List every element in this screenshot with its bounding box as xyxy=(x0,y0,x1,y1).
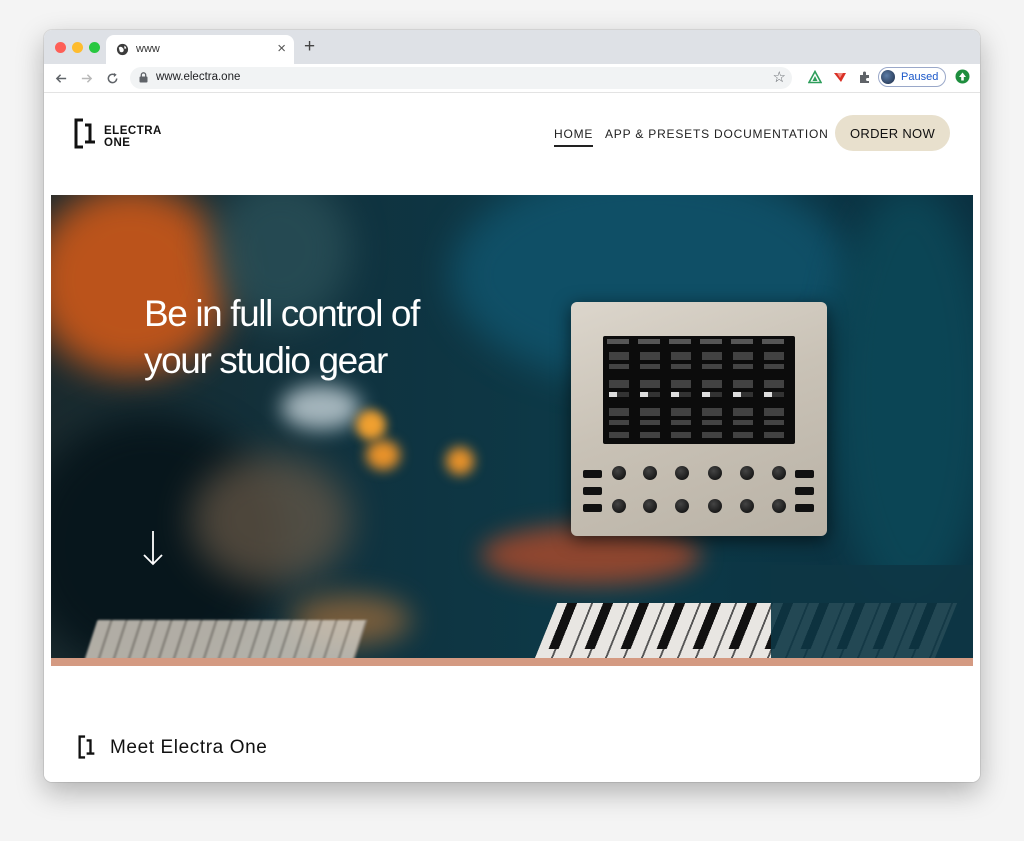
bokeh-light xyxy=(366,440,400,470)
screen-tabs xyxy=(607,339,791,344)
puzzle-icon[interactable] xyxy=(858,70,872,84)
hero-banner: Be in full control of your studio gear xyxy=(51,195,973,658)
device-knob xyxy=(740,499,754,513)
device-knob xyxy=(643,466,657,480)
arrow-left-icon xyxy=(55,73,66,83)
tab-close-icon[interactable]: × xyxy=(277,40,286,57)
device-knob xyxy=(708,499,722,513)
logo-line-1: ELECTRA xyxy=(104,125,162,137)
profile-status: Paused xyxy=(901,71,939,83)
new-tab-button[interactable]: + xyxy=(304,37,315,57)
browser-window: www × + www.electra.one ☆ Paused ELECTRA… xyxy=(44,30,980,782)
web-page: ELECTRA ONE HOME APP & PRESETS DOCUMENTA… xyxy=(44,93,980,782)
order-now-button[interactable]: ORDER NOW xyxy=(835,115,950,151)
screen-controls-row xyxy=(609,420,789,425)
section-heading: Meet Electra One xyxy=(110,737,268,758)
reload-button[interactable] xyxy=(103,69,121,87)
globe-icon xyxy=(116,43,129,56)
hero-heading-line-2: your studio gear xyxy=(144,340,388,381)
device-knob xyxy=(612,499,626,513)
screen-controls-row xyxy=(609,408,789,416)
close-window-button[interactable] xyxy=(55,42,66,53)
tab-title: www xyxy=(136,43,160,55)
screen-controls-row xyxy=(609,352,789,360)
hero-bottom-stripe xyxy=(51,658,973,666)
screen-controls-row xyxy=(609,364,789,369)
bokeh-light xyxy=(356,410,386,440)
extension-triangle-icon[interactable] xyxy=(808,70,822,84)
device-knob xyxy=(675,466,689,480)
lock-icon xyxy=(139,72,148,83)
device-knob xyxy=(675,499,689,513)
device-knob xyxy=(772,466,786,480)
avatar xyxy=(881,70,895,84)
hero-heading: Be in full control of your studio gear xyxy=(144,290,504,384)
device-button xyxy=(795,470,814,478)
arrow-right-icon xyxy=(81,73,92,83)
bookmark-star-icon[interactable]: ☆ xyxy=(773,68,786,88)
electra-one-logo-icon xyxy=(78,735,95,759)
device-screen xyxy=(603,336,795,444)
electra-one-logo-icon xyxy=(74,118,95,149)
device-button xyxy=(583,504,602,512)
keyboard-body-dark xyxy=(771,565,973,658)
device-button xyxy=(795,504,814,512)
hero-heading-line-1: Be in full control of xyxy=(144,293,420,334)
extension-flag-icon[interactable] xyxy=(833,70,847,84)
screen-controls-row xyxy=(609,432,789,438)
electra-one-device-image xyxy=(571,302,827,536)
tab-strip: www × + xyxy=(44,30,980,64)
logo-wordmark: ELECTRA ONE xyxy=(104,118,174,149)
address-bar[interactable]: www.electra.one ☆ xyxy=(130,67,792,89)
screen-controls-row xyxy=(609,380,789,388)
device-button xyxy=(583,470,602,478)
device-knob xyxy=(772,499,786,513)
minimize-window-button[interactable] xyxy=(72,42,83,53)
back-button[interactable] xyxy=(52,69,70,87)
device-knob xyxy=(612,466,626,480)
reload-icon xyxy=(107,72,117,83)
device-knob xyxy=(740,466,754,480)
screen-controls-row xyxy=(609,392,789,397)
device-button xyxy=(583,487,602,495)
bokeh-light xyxy=(446,447,474,475)
white-light-blur xyxy=(281,385,361,430)
maximize-window-button[interactable] xyxy=(89,42,100,53)
computer-keyboard xyxy=(84,620,368,658)
update-icon[interactable] xyxy=(955,69,970,84)
device-knob xyxy=(708,466,722,480)
profile-button[interactable]: Paused xyxy=(878,67,946,87)
device-button xyxy=(795,487,814,495)
device-knob xyxy=(643,499,657,513)
gear-blur xyxy=(191,455,351,585)
logo-line-2: ONE xyxy=(104,137,131,149)
arrow-down-icon[interactable] xyxy=(142,530,164,566)
forward-button[interactable] xyxy=(77,69,95,87)
browser-tab[interactable]: www × xyxy=(106,35,294,64)
nav-app-presets[interactable]: APP & PRESETS xyxy=(605,127,710,141)
browser-toolbar: www.electra.one ☆ Paused xyxy=(44,64,980,93)
nav-documentation[interactable]: DOCUMENTATION xyxy=(714,127,829,141)
url-text: www.electra.one xyxy=(156,71,241,83)
nav-home[interactable]: HOME xyxy=(554,127,594,147)
